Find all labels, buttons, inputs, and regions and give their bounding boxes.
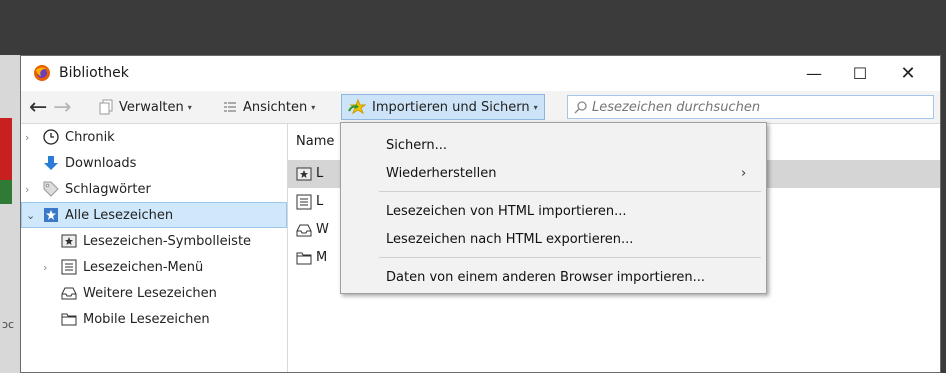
desktop-background-right xyxy=(941,55,946,373)
back-button[interactable]: ← xyxy=(29,91,47,123)
search-icon xyxy=(574,101,587,114)
menu-separator xyxy=(379,191,761,192)
search-input[interactable] xyxy=(588,99,933,115)
row-label: M xyxy=(316,250,328,265)
row-label: L xyxy=(316,166,324,181)
menu-item-label: Sichern... xyxy=(386,137,448,153)
menu-item-label: Lesezeichen von HTML importieren... xyxy=(386,203,627,219)
import-backup-button[interactable]: Importieren und Sichern ▾ xyxy=(341,94,545,120)
tray-icon xyxy=(61,287,77,300)
row-label: L xyxy=(316,194,324,209)
import-backup-menu: Sichern... Wiederherstellen › Lesezeiche… xyxy=(340,122,767,294)
star-box-icon xyxy=(296,167,312,181)
list-icon xyxy=(296,194,312,210)
download-arrow-icon xyxy=(44,156,58,170)
sidebar-item-label: Schlagwörter xyxy=(65,181,151,197)
sidebar-item-bookmarks-toolbar[interactable]: Lesezeichen-Symbolleiste xyxy=(21,228,287,254)
search-box[interactable] xyxy=(567,95,934,119)
sidebar-item-label: Mobile Lesezeichen xyxy=(83,311,210,327)
menu-item-import-other-browser[interactable]: Daten von einem anderen Browser importie… xyxy=(341,263,766,291)
tray-icon xyxy=(296,224,312,237)
views-button[interactable]: Ansichten ▾ xyxy=(223,91,315,123)
sidebar-item-label: Weitere Lesezeichen xyxy=(83,285,217,301)
bookmarks-star-icon xyxy=(44,208,58,222)
background-green-strip xyxy=(0,180,12,204)
menu-item-label: Daten von einem anderen Browser importie… xyxy=(386,269,706,285)
list-view-icon xyxy=(224,102,236,112)
minimize-button[interactable]: — xyxy=(791,56,837,91)
sidebar-item-downloads[interactable]: Downloads xyxy=(21,150,287,176)
chevron-right-icon[interactable]: › xyxy=(43,261,47,274)
background-text: ɔc xyxy=(2,318,15,331)
list-icon xyxy=(61,259,77,275)
close-button[interactable]: ✕ xyxy=(885,56,931,91)
window-title: Bibliothek xyxy=(59,65,129,81)
clock-icon xyxy=(43,129,59,145)
pages-icon xyxy=(99,99,113,115)
firefox-icon xyxy=(34,65,50,81)
row-label: W xyxy=(316,222,329,237)
manage-button[interactable]: Verwalten ▾ xyxy=(99,91,192,123)
column-header-name[interactable]: Name xyxy=(296,134,334,149)
folder-icon xyxy=(296,252,312,265)
sidebar-item-bookmarks-menu[interactable]: › Lesezeichen-Menü xyxy=(21,254,287,280)
sidebar-item-mobile-bookmarks[interactable]: Mobile Lesezeichen xyxy=(21,306,287,332)
sidebar-item-other-bookmarks[interactable]: Weitere Lesezeichen xyxy=(21,280,287,306)
background-red-strip xyxy=(0,118,12,180)
menu-item-import-html[interactable]: Lesezeichen von HTML importieren... xyxy=(341,197,766,225)
sidebar-item-label: Downloads xyxy=(65,155,137,171)
menu-item-backup[interactable]: Sichern... xyxy=(341,131,766,159)
sidebar-item-tags[interactable]: › Schlagwörter xyxy=(21,176,287,202)
chevron-down-icon: ▾ xyxy=(533,102,538,112)
forward-arrow-icon: → xyxy=(53,94,72,120)
forward-button[interactable]: → xyxy=(53,91,71,123)
menu-item-export-html[interactable]: Lesezeichen nach HTML exportieren... xyxy=(341,225,766,253)
chevron-down-icon: ▾ xyxy=(187,102,192,112)
sidebar-item-label: Lesezeichen-Symbolleiste xyxy=(83,233,252,249)
desktop-background-top xyxy=(0,0,946,55)
sidebar-item-label: Lesezeichen-Menü xyxy=(83,259,204,275)
chevron-down-icon: ▾ xyxy=(311,102,316,112)
sidebar-item-all-bookmarks[interactable]: ⌄ Alle Lesezeichen xyxy=(21,202,287,228)
tag-icon xyxy=(43,181,59,197)
sidebar-item-label: Chronik xyxy=(65,129,115,145)
chevron-right-icon[interactable]: › xyxy=(25,183,29,196)
sidebar-tree: › Chronik Downloads › Schlagwörter ⌄ All… xyxy=(21,124,288,372)
sidebar-item-chronik[interactable]: › Chronik xyxy=(21,124,287,150)
import-label: Importieren und Sichern xyxy=(372,99,530,115)
back-arrow-icon: ← xyxy=(29,94,48,120)
menu-item-restore[interactable]: Wiederherstellen › xyxy=(341,159,766,187)
chevron-right-icon[interactable]: › xyxy=(25,131,29,144)
menu-item-label: Wiederherstellen xyxy=(386,165,497,181)
import-star-arrow-icon xyxy=(348,99,366,115)
star-box-icon xyxy=(61,234,77,248)
menu-item-label: Lesezeichen nach HTML exportieren... xyxy=(386,231,634,247)
manage-label: Verwalten xyxy=(119,99,184,115)
sidebar-item-label: Alle Lesezeichen xyxy=(65,207,174,223)
menu-separator xyxy=(379,257,761,258)
chevron-down-icon[interactable]: ⌄ xyxy=(26,209,35,222)
title-bar[interactable]: Bibliothek — ☐ ✕ xyxy=(21,56,940,91)
folder-icon xyxy=(61,313,77,326)
views-label: Ansichten xyxy=(243,99,308,115)
chevron-right-icon: › xyxy=(741,165,747,181)
maximize-button[interactable]: ☐ xyxy=(837,56,883,91)
